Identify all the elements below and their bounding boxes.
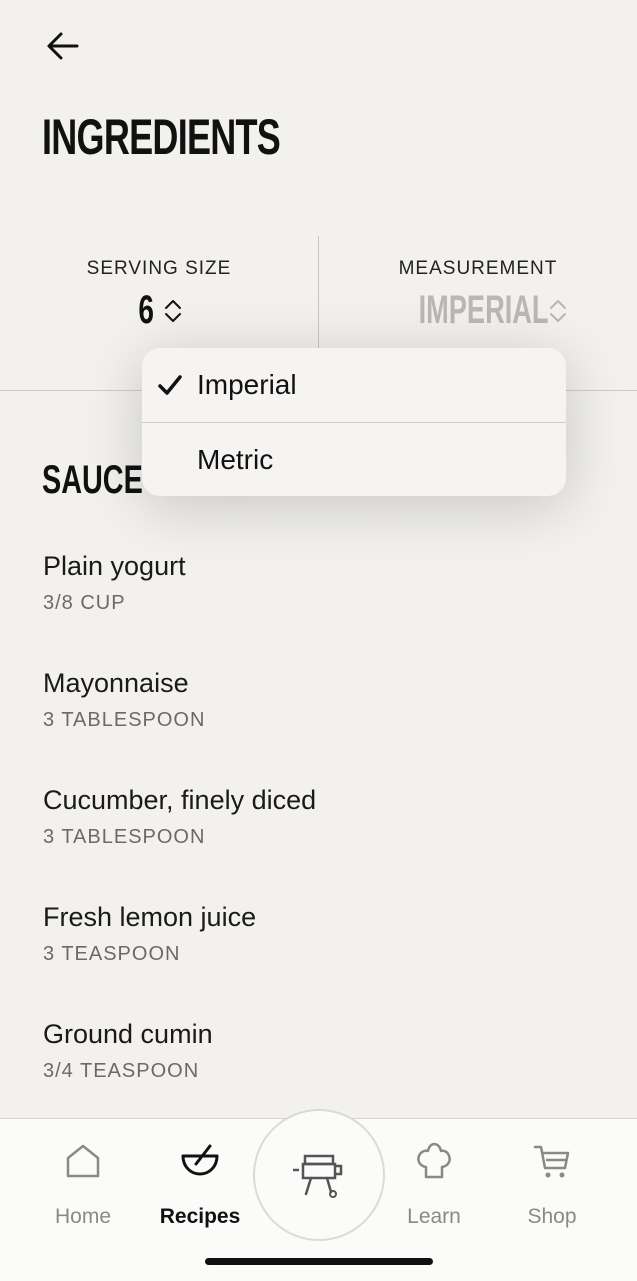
tab-label: Learn (407, 1205, 461, 1228)
tab-shop[interactable]: Shop (502, 1137, 602, 1229)
tab-bar: Home Recipes Learn Shop (0, 1109, 637, 1281)
bowl-icon (181, 1144, 219, 1176)
ingredient-name: Plain yogurt (43, 551, 186, 581)
tab-label: Home (54, 1205, 112, 1228)
chef-hat-icon (417, 1142, 451, 1179)
dropdown-option-metric[interactable]: Metric (142, 422, 566, 497)
dropdown-option-imperial[interactable]: Imperial (142, 348, 566, 422)
ingredient-amount: 3 TEASPOON (43, 943, 181, 965)
list-item: Plain yogurt 3/8 CUP (43, 548, 603, 665)
ingredient-amount: 3 TABLESPOON (43, 826, 206, 848)
ingredient-list: Plain yogurt 3/8 CUP Mayonnaise 3 TABLES… (43, 548, 603, 1133)
grill-button[interactable] (253, 1109, 385, 1241)
tab-learn[interactable]: Learn (384, 1137, 484, 1229)
ingredient-name: Cucumber, finely diced (43, 785, 317, 815)
cart-icon (533, 1145, 570, 1178)
measurement-control[interactable]: MEASUREMENT IMPERIAL (319, 236, 637, 348)
dropdown-option-label: Imperial (197, 369, 297, 400)
list-item: Cucumber, finely diced 3 TABLESPOON (43, 782, 603, 899)
list-item: Fresh lemon juice 3 TEASPOON (43, 899, 603, 1016)
back-button[interactable] (42, 28, 82, 64)
home-indicator[interactable] (205, 1258, 433, 1265)
section-title: SAUCE (42, 458, 143, 502)
grill-icon (293, 1154, 343, 1198)
ingredient-amount: 3/4 TEASPOON (43, 1060, 200, 1082)
chevron-updown-icon (165, 299, 182, 322)
serving-size-control[interactable]: SERVING SIZE 6 (0, 236, 318, 348)
measurement-value: IMPERIAL (419, 288, 549, 332)
ingredient-name: Ground cumin (43, 1019, 213, 1049)
serving-size-label: SERVING SIZE (86, 258, 232, 279)
tab-label: Recipes (159, 1205, 241, 1228)
chevron-updown-icon (549, 299, 566, 322)
list-item: Mayonnaise 3 TABLESPOON (43, 665, 603, 782)
measurement-dropdown: Imperial Metric (142, 348, 566, 496)
serving-size-value: 6 (138, 288, 154, 332)
tab-home[interactable]: Home (33, 1137, 133, 1229)
tab-recipes[interactable]: Recipes (150, 1137, 250, 1229)
ingredient-controls: SERVING SIZE 6 MEASUREMENT IMPERIAL (0, 236, 637, 348)
ingredient-name: Mayonnaise (43, 668, 189, 698)
ingredient-amount: 3 TABLESPOON (43, 709, 206, 731)
page-title: INGREDIENTS (42, 109, 281, 165)
tab-label: Shop (527, 1205, 577, 1228)
checkmark-icon (157, 375, 182, 395)
dropdown-option-label: Metric (197, 444, 274, 475)
measurement-label: MEASUREMENT (398, 258, 558, 279)
ingredient-amount: 3/8 CUP (43, 592, 126, 614)
ingredient-name: Fresh lemon juice (43, 902, 257, 932)
arrow-left-icon (47, 32, 79, 60)
home-icon (66, 1144, 100, 1178)
